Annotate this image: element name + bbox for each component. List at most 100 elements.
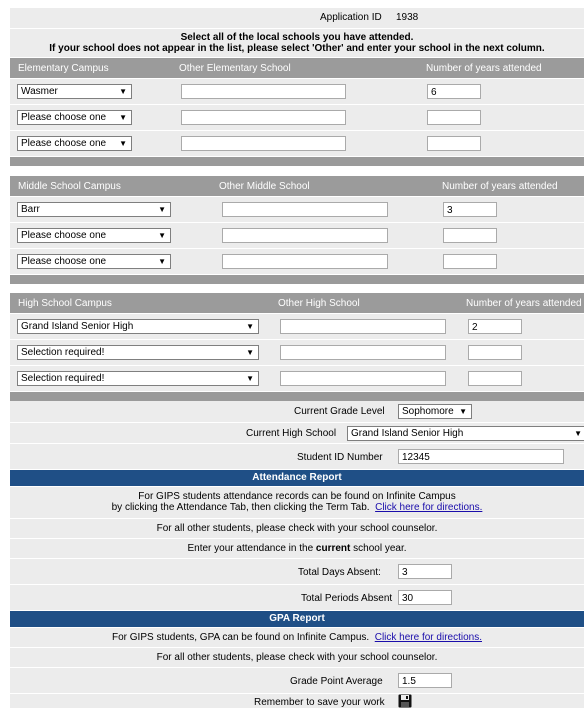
attendance-enter-row: Enter your attendance in the current sch… — [10, 539, 584, 559]
attendance-title: Attendance Report — [10, 470, 584, 486]
high-col-other: Other High School — [278, 298, 360, 309]
floppy-disk-icon[interactable] — [398, 694, 412, 708]
dropdown-arrow-icon: ▼ — [119, 139, 127, 148]
elementary-campus-select[interactable]: Please choose one ▼ — [17, 136, 132, 151]
elementary-row: Please choose one ▼ — [10, 105, 584, 131]
middle-col-years: Number of years attended — [442, 181, 558, 192]
days-absent-row: Total Days Absent: 3 — [10, 559, 584, 585]
gpa-directions-link[interactable]: Click here for directions. — [375, 632, 482, 643]
gpa-label: Grade Point Average — [290, 676, 383, 687]
elementary-campus-select[interactable]: Please choose one ▼ — [17, 110, 132, 125]
dropdown-arrow-icon: ▼ — [119, 113, 127, 122]
elementary-row: Wasmer ▼ 6 — [10, 79, 584, 105]
high-col-years: Number of years attended — [466, 298, 582, 309]
attendance-info: For GIPS students attendance records can… — [10, 487, 584, 519]
middle-years-input[interactable] — [443, 254, 497, 269]
high-campus-select[interactable]: Grand Island Senior High ▼ — [17, 319, 259, 334]
dropdown-arrow-icon: ▼ — [574, 429, 582, 438]
current-high-school-label: Current High School — [246, 428, 337, 439]
high-years-input[interactable]: 2 — [468, 319, 522, 334]
elementary-col-years: Number of years attended — [426, 63, 542, 74]
middle-other-input[interactable] — [222, 228, 388, 243]
instructions-line1: Select all of the local schools you have… — [180, 32, 414, 43]
grade-level-row: Current Grade Level Sophomore ▼ — [10, 401, 584, 423]
middle-other-input[interactable] — [222, 202, 388, 217]
middle-row: Please choose one ▼ — [10, 223, 584, 249]
dropdown-arrow-icon: ▼ — [158, 205, 166, 214]
elementary-other-input[interactable] — [181, 136, 346, 151]
section-divider — [10, 157, 584, 166]
high-other-input[interactable] — [280, 371, 446, 386]
dropdown-arrow-icon: ▼ — [246, 374, 254, 383]
elementary-col-other: Other Elementary School — [179, 63, 291, 74]
middle-other-input[interactable] — [222, 254, 388, 269]
high-years-input[interactable] — [468, 345, 522, 360]
save-reminder: Remember to save your work — [254, 697, 385, 708]
middle-row: Please choose one ▼ — [10, 249, 584, 275]
elementary-years-input[interactable] — [427, 110, 481, 125]
gpa-title: GPA Report — [10, 611, 584, 627]
elementary-years-input[interactable]: 6 — [427, 84, 481, 99]
current-high-school-row: Current High School Grand Island Senior … — [10, 423, 584, 444]
high-row: Selection required! ▼ — [10, 366, 584, 392]
high-row: Grand Island Senior High ▼ 2 — [10, 314, 584, 340]
app-id-label: Application ID — [320, 12, 382, 23]
grade-level-select[interactable]: Sophomore ▼ — [398, 404, 472, 419]
days-absent-label: Total Days Absent: — [298, 567, 381, 578]
app-id-row: Application ID 1938 — [10, 8, 584, 29]
periods-absent-row: Total Periods Absent 30 — [10, 585, 584, 611]
save-row: Remember to save your work — [10, 694, 584, 709]
dropdown-arrow-icon: ▼ — [158, 231, 166, 240]
dropdown-arrow-icon: ▼ — [158, 257, 166, 266]
gpa-input[interactable]: 1.5 — [398, 673, 452, 688]
app-id-value: 1938 — [396, 12, 419, 23]
middle-campus-select[interactable]: Please choose one ▼ — [17, 228, 171, 243]
high-years-input[interactable] — [468, 371, 522, 386]
attendance-enter-post: school year. — [353, 543, 407, 554]
high-campus-select[interactable]: Selection required! ▼ — [17, 345, 259, 360]
elementary-campus-select[interactable]: Wasmer ▼ — [17, 84, 132, 99]
section-divider — [10, 275, 584, 284]
attendance-enter-pre: Enter your attendance in the — [187, 543, 314, 554]
middle-campus-select[interactable]: Please choose one ▼ — [17, 254, 171, 269]
high-header: High School Campus Other High School Num… — [10, 293, 584, 313]
dropdown-arrow-icon: ▼ — [119, 87, 127, 96]
elementary-other-input[interactable] — [181, 110, 346, 125]
elementary-row: Please choose one ▼ — [10, 131, 584, 157]
middle-campus-select[interactable]: Barr ▼ — [17, 202, 171, 217]
attendance-info-line1: For GIPS students attendance records can… — [138, 491, 456, 502]
section-divider — [10, 392, 584, 401]
elementary-header: Elementary Campus Other Elementary Schoo… — [10, 58, 584, 78]
middle-years-input[interactable] — [443, 228, 497, 243]
instructions-line2: If your school does not appear in the li… — [49, 43, 545, 54]
student-id-input[interactable]: 12345 — [398, 449, 564, 464]
high-other-input[interactable] — [280, 319, 446, 334]
attendance-directions-link[interactable]: Click here for directions. — [375, 502, 482, 513]
gpa-row: Grade Point Average 1.5 — [10, 668, 584, 694]
days-absent-input[interactable]: 3 — [398, 564, 452, 579]
dropdown-arrow-icon: ▼ — [459, 407, 467, 416]
student-id-label: Student ID Number — [297, 452, 383, 463]
middle-years-input[interactable]: 3 — [443, 202, 497, 217]
periods-absent-label: Total Periods Absent — [301, 593, 393, 604]
elementary-years-input[interactable] — [427, 136, 481, 151]
elementary-other-input[interactable] — [181, 84, 346, 99]
student-id-row: Student ID Number 12345 — [10, 444, 584, 470]
gpa-info-row: For GIPS students, GPA can be found on I… — [10, 628, 584, 648]
elementary-col-campus: Elementary Campus — [18, 63, 109, 74]
high-other-input[interactable] — [280, 345, 446, 360]
high-campus-select[interactable]: Selection required! ▼ — [17, 371, 259, 386]
middle-row: Barr ▼ 3 — [10, 197, 584, 223]
middle-header: Middle School Campus Other Middle School… — [10, 176, 584, 196]
current-high-school-select[interactable]: Grand Island Senior High ▼ — [347, 426, 584, 441]
attendance-enter-bold: current — [315, 543, 351, 554]
attendance-counselor: For all other students, please check wit… — [10, 519, 584, 539]
attendance-info-line2: by clicking the Attendance Tab, then cli… — [111, 502, 370, 513]
middle-col-other: Other Middle School — [219, 181, 310, 192]
dropdown-arrow-icon: ▼ — [246, 322, 254, 331]
middle-col-campus: Middle School Campus — [18, 181, 121, 192]
high-row: Selection required! ▼ — [10, 340, 584, 366]
instructions: Select all of the local schools you have… — [10, 29, 584, 58]
gpa-info: For GIPS students, GPA can be found on I… — [111, 632, 370, 643]
periods-absent-input[interactable]: 30 — [398, 590, 452, 605]
